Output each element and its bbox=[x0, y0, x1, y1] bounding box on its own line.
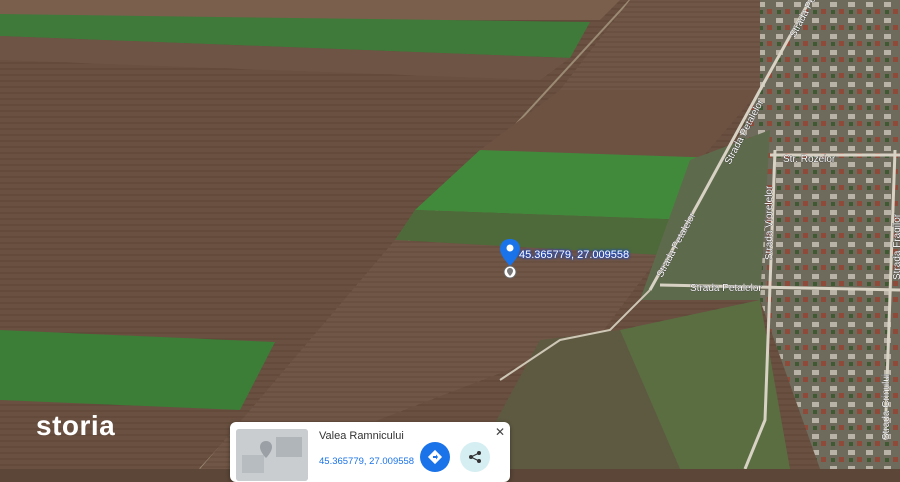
street-label: Strada Petalelor bbox=[690, 283, 762, 294]
pin-coordinates-label: 45.365779, 27.009558 bbox=[519, 249, 630, 261]
share-button[interactable] bbox=[460, 442, 490, 472]
street-label: Strada Crinului bbox=[881, 374, 892, 440]
directions-icon bbox=[427, 449, 443, 465]
green-field-left bbox=[0, 330, 275, 410]
place-coordinates: 45.365779, 27.009558 bbox=[319, 456, 415, 467]
directions-button[interactable] bbox=[420, 442, 450, 472]
place-title: Valea Ramnicului bbox=[319, 430, 404, 442]
street-label: Str. Rozelor bbox=[783, 154, 836, 165]
street-label: Strada Fragilor bbox=[892, 213, 900, 280]
place-card[interactable]: Valea Ramnicului 45.365779, 27.009558 ✕ bbox=[230, 422, 510, 482]
satellite-map[interactable]: Strada Petalelor Str. Rozelor Strada Vio… bbox=[0, 0, 900, 469]
street-label: Strada Viorelelor bbox=[764, 185, 775, 260]
close-icon[interactable]: ✕ bbox=[495, 425, 505, 439]
share-icon bbox=[469, 451, 481, 463]
place-thumbnail[interactable] bbox=[236, 429, 308, 481]
location-pin-icon[interactable] bbox=[499, 238, 521, 280]
storia-logo: storia bbox=[36, 410, 116, 441]
